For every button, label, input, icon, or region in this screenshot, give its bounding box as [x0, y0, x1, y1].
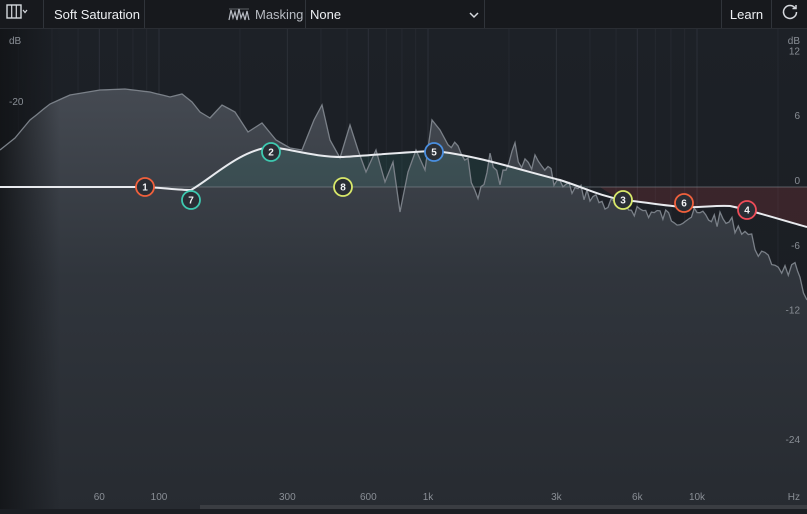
preset-name[interactable]: Soft Saturation [54, 0, 140, 28]
right-tick-label: 12 [789, 46, 801, 57]
x-tick-label: 6k [632, 492, 644, 503]
eq-node-label: 7 [188, 196, 194, 207]
right-tick-label: 6 [794, 111, 800, 122]
reset-button[interactable] [772, 0, 807, 28]
x-tick-label: 600 [360, 492, 377, 503]
eq-node-label: 2 [268, 148, 274, 159]
eq-node-6[interactable]: 6 [674, 193, 694, 213]
left-unit-label: dB [9, 36, 22, 47]
eq-node-5[interactable]: 5 [424, 142, 444, 162]
right-tick-label: 0 [794, 176, 800, 187]
columns-icon [6, 3, 28, 25]
right-tick-label: -6 [791, 241, 800, 252]
masking-value: None [310, 6, 342, 22]
left-tick-label: -20 [9, 97, 24, 108]
x-tick-label: 60 [94, 492, 106, 503]
x-tick-label: 100 [151, 492, 168, 503]
x-unit-label: Hz [788, 492, 800, 503]
eq-node-3[interactable]: 3 [613, 190, 633, 210]
x-tick-label: 10k [689, 492, 706, 503]
eq-node-1[interactable]: 1 [135, 177, 155, 197]
right-tick-label: -12 [786, 306, 801, 317]
eq-node-4[interactable]: 4 [737, 200, 757, 220]
refresh-icon [781, 3, 799, 26]
eq-node-label: 6 [681, 199, 687, 210]
masking-label: Masking [255, 6, 304, 22]
eq-node-label: 8 [340, 183, 346, 194]
chevron-down-icon [468, 7, 480, 22]
masking-waveform-icon [228, 0, 250, 28]
toolbar: Soft Saturation Masking None Learn [0, 0, 807, 29]
masking-select[interactable]: None [306, 0, 484, 28]
learn-button[interactable]: Learn [722, 0, 771, 28]
right-unit-label: dB [788, 36, 801, 47]
eq-node-2[interactable]: 2 [261, 142, 281, 162]
eq-node-label: 1 [142, 183, 148, 194]
right-tick-label: -24 [786, 435, 801, 446]
eq-graph[interactable]: dBdBHz-20-40-60-80-1001260-6-12-24601003… [0, 18, 807, 509]
eq-graph-canvas[interactable]: dBdBHz-20-40-60-80-1001260-6-12-24601003… [0, 18, 807, 509]
eq-node-label: 4 [744, 206, 750, 217]
x-tick-label: 300 [279, 492, 296, 503]
x-tick-label: 3k [551, 492, 563, 503]
eq-node-label: 5 [431, 148, 437, 159]
layout-button[interactable] [6, 0, 40, 28]
x-tick-label: 1k [423, 492, 435, 503]
eq-node-7[interactable]: 7 [181, 190, 201, 210]
bottom-edge-strip [200, 505, 807, 509]
eq-node-label: 3 [620, 196, 626, 207]
eq-node-8[interactable]: 8 [333, 177, 353, 197]
